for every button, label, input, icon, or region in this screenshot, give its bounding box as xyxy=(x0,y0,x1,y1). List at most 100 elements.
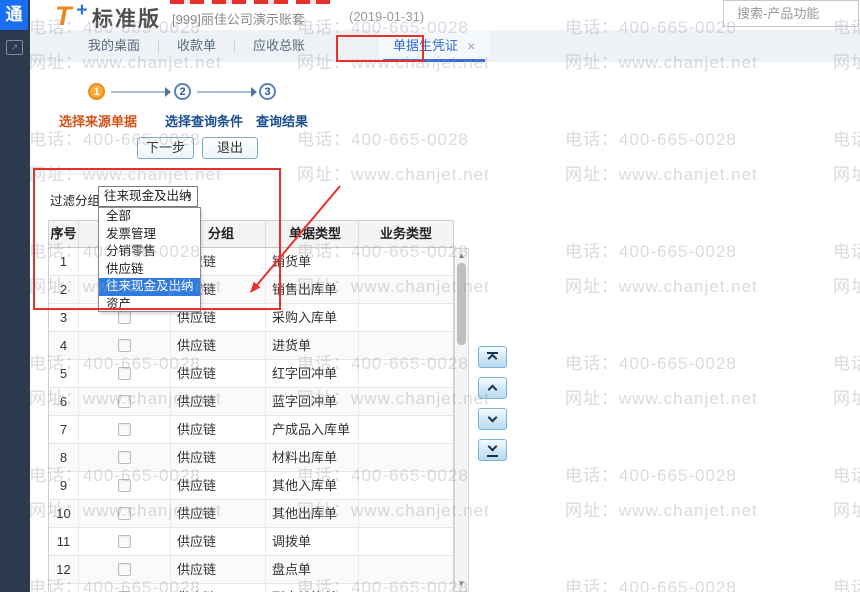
watermark-text: 电话：400-665-0028 xyxy=(565,130,737,149)
cell-group: 供应链 xyxy=(171,500,266,527)
clipped-red-annotation xyxy=(170,0,332,4)
cell-group: 供应链 xyxy=(171,388,266,415)
cell-biz-type xyxy=(359,556,453,583)
row-checkbox[interactable] xyxy=(118,339,131,352)
logo-glyph: 通 xyxy=(5,5,23,24)
accounting-period: (2019-01-31) xyxy=(349,9,425,24)
cell-checkbox xyxy=(79,556,171,583)
table-row: 8 供应链 材料出库单 xyxy=(49,444,453,472)
next-step-button[interactable]: 下一步 xyxy=(137,137,194,159)
step-connector xyxy=(197,91,251,93)
cell-checkbox xyxy=(79,332,171,359)
row-checkbox[interactable] xyxy=(118,367,131,380)
cell-checkbox xyxy=(79,528,171,555)
row-checkbox[interactable] xyxy=(118,479,131,492)
filter-group-select[interactable]: 往来现金及出纳 ▼ xyxy=(98,186,198,207)
search-input[interactable] xyxy=(724,1,858,26)
row-checkbox[interactable] xyxy=(118,507,131,520)
row-checkbox[interactable] xyxy=(118,423,131,436)
account-name: [999]丽佳公司演示账套 xyxy=(172,12,305,27)
cell-checkbox xyxy=(79,584,171,592)
cell-doc-type: 产成品入库单 xyxy=(266,416,359,443)
scroll-bottom-icon xyxy=(487,441,498,452)
row-checkbox[interactable] xyxy=(118,563,131,576)
table-row: 4 供应链 进货单 xyxy=(49,332,453,360)
table-row: 10 供应链 其他出库单 xyxy=(49,500,453,528)
dropdown-option[interactable]: 资产 xyxy=(99,296,200,314)
cell-group: 供应链 xyxy=(171,584,266,592)
table-scrollbar[interactable]: ▲ ▼ xyxy=(454,248,469,592)
watermark-text: 电话：400-665-0028 xyxy=(833,578,860,592)
cell-row-number: 2 xyxy=(49,276,79,303)
watermark-text: 电话：400-665-0028 xyxy=(565,578,737,592)
cell-biz-type xyxy=(359,472,453,499)
cell-doc-type: 材料出库单 xyxy=(266,444,359,471)
cell-doc-type: 进货单 xyxy=(266,332,359,359)
scrollbar-up-icon[interactable]: ▲ xyxy=(455,250,468,262)
cell-group: 供应链 xyxy=(171,472,266,499)
cell-biz-type xyxy=(359,304,453,331)
close-tab-icon[interactable]: × xyxy=(467,39,475,53)
scroll-bottom-button[interactable] xyxy=(478,439,507,461)
table-row: 11 供应链 调拨单 xyxy=(49,528,453,556)
scroll-top-icon xyxy=(487,353,498,364)
watermark-text: 电话：400-665-0028 xyxy=(833,354,860,373)
dropdown-option[interactable]: 全部 xyxy=(99,208,200,226)
watermark-text: 网址：www.chanjet.net xyxy=(565,165,758,184)
cell-biz-type xyxy=(359,584,453,592)
app-window: ↗ 通 T + 标准版 [999]丽佳公司演示账套 (2019-01-31) 我… xyxy=(0,0,860,592)
row-checkbox[interactable] xyxy=(118,395,131,408)
tab-label: 收款单 xyxy=(177,38,217,53)
cell-biz-type xyxy=(359,416,453,443)
dropdown-option[interactable]: 发票管理 xyxy=(99,226,200,244)
column-header: 单据类型 xyxy=(266,221,359,247)
watermark-text: 网址：www.chanjet.net xyxy=(565,501,758,520)
tab-我的桌面[interactable]: 我的桌面 xyxy=(70,30,158,62)
scroll-up-icon xyxy=(487,384,498,395)
cell-row-number: 5 xyxy=(49,360,79,387)
watermark-text: 电话：400-665-0028 xyxy=(833,130,860,149)
scroll-down-button[interactable] xyxy=(478,408,507,430)
scroll-up-button[interactable] xyxy=(478,377,507,399)
chevron-down-icon: ▼ xyxy=(185,192,193,201)
cell-row-number: 12 xyxy=(49,556,79,583)
cell-doc-type: 其他入库单 xyxy=(266,472,359,499)
table-row: 9 供应链 其他入库单 xyxy=(49,472,453,500)
cell-group: 供应链 xyxy=(171,556,266,583)
cell-biz-type xyxy=(359,444,453,471)
exit-button[interactable]: 退出 xyxy=(202,137,258,159)
cell-doc-type: 调拨单 xyxy=(266,528,359,555)
table-row: 6 供应链 蓝字回冲单 xyxy=(49,388,453,416)
cell-group: 供应链 xyxy=(171,444,266,471)
dropdown-option[interactable]: 分销零售 xyxy=(99,243,200,261)
row-checkbox[interactable] xyxy=(118,535,131,548)
cell-biz-type xyxy=(359,360,453,387)
tab-收款单[interactable]: 收款单 xyxy=(159,30,234,62)
dropdown-option[interactable]: 往来现金及出纳 xyxy=(99,278,200,296)
cell-row-number: 13 xyxy=(49,584,79,592)
watermark-text: 网址：www.chanjet.net xyxy=(297,165,490,184)
scroll-top-button[interactable] xyxy=(478,346,507,368)
watermark-text: 网址：www.chanjet.net xyxy=(29,165,222,184)
table-row: 5 供应链 红字回冲单 xyxy=(49,360,453,388)
watermark-text: 电话：400-665-0028 xyxy=(565,354,737,373)
product-search-box xyxy=(723,0,859,27)
expand-window-icon[interactable]: ↗ xyxy=(6,40,23,55)
cell-group: 供应链 xyxy=(171,528,266,555)
watermark-text: 网址：www.chanjet.net xyxy=(833,389,860,408)
scrollbar-thumb[interactable] xyxy=(457,263,466,345)
scroll-down-icon xyxy=(487,412,498,423)
scrollbar-down-icon[interactable]: ▼ xyxy=(455,578,468,590)
cell-group: 供应链 xyxy=(171,360,266,387)
step-connector-arrow-icon xyxy=(251,87,257,97)
tab-单据生凭证[interactable]: 单据生凭证 × xyxy=(379,30,490,62)
left-sidebar: ↗ xyxy=(0,0,30,592)
tab-应收总账[interactable]: 应收总账 xyxy=(235,30,323,62)
cell-doc-type: 销售出库单 xyxy=(266,276,359,303)
app-logo: 通 xyxy=(0,0,28,30)
row-checkbox[interactable] xyxy=(118,451,131,464)
table-row: 12 供应链 盘点单 xyxy=(49,556,453,584)
column-header: 序号 xyxy=(49,221,79,247)
cell-row-number: 4 xyxy=(49,332,79,359)
dropdown-option[interactable]: 供应链 xyxy=(99,261,200,279)
